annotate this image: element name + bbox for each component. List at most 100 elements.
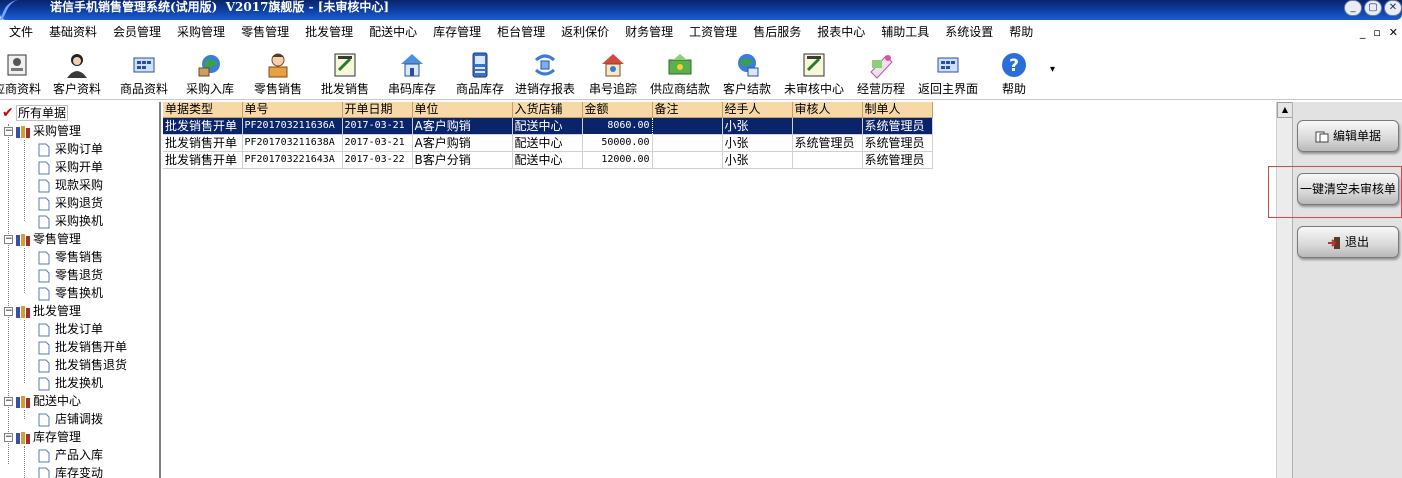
tree-root[interactable]: ✔ 所有单据 [2, 104, 69, 122]
menu-tools[interactable]: 辅助工具 [873, 21, 937, 43]
menu-rebate[interactable]: 返利保价 [553, 21, 617, 43]
minimize-button[interactable]: _ [1344, 0, 1362, 16]
help-icon: ? [1002, 53, 1026, 77]
table-row[interactable]: 批发销售开单 PF201703221643A 2017-03-22 B客户分销 … [163, 151, 933, 169]
retail-sale-icon [268, 53, 288, 78]
check-icon: ✔ [2, 105, 14, 121]
home-label: 返回主界面 [917, 82, 978, 96]
column-header-doc-type[interactable]: 单据类型 [163, 102, 243, 118]
mdi-restore-button[interactable]: ▫ [1373, 26, 1380, 39]
tree-line [24, 446, 25, 478]
books-icon [16, 395, 30, 408]
column-header-date[interactable]: 开单日期 [342, 102, 413, 118]
tree-group-inventory[interactable]: − 库存管理 [4, 428, 81, 446]
customer-payment-button[interactable]: 客户结款 [720, 46, 774, 98]
tree-item-label: 现款采购 [55, 178, 104, 192]
menu-member[interactable]: 会员管理 [105, 21, 169, 43]
imei-stock-button[interactable]: 串码库存 [384, 46, 440, 98]
mdi-minimize-button[interactable]: _ [1360, 26, 1366, 39]
tree-item-stock-change[interactable]: 库存变动 [38, 464, 103, 478]
tree-item-cash-purchase[interactable]: 现款采购 [38, 176, 103, 194]
tree-item-purchase-exchange[interactable]: 采购换机 [38, 212, 103, 230]
tree-item-product-in[interactable]: 产品入库 [38, 446, 103, 464]
column-header-auditor[interactable]: 审核人 [792, 102, 863, 118]
toolbar-more-icon[interactable]: ▾ [1050, 64, 1055, 75]
imei-track-button[interactable]: 串号追踪 [586, 46, 640, 98]
menu-inventory[interactable]: 库存管理 [425, 21, 489, 43]
menu-wholesale[interactable]: 批发管理 [297, 21, 361, 43]
wholesale-button[interactable]: 批发销售 [318, 46, 372, 98]
product-button[interactable]: 商品资料 [116, 46, 172, 98]
tree-item-purchase-bill[interactable]: 采购开单 [38, 158, 103, 176]
purchase-in-button[interactable]: 采购入库 [182, 46, 238, 98]
tree-item-wholesale-exchange[interactable]: 批发换机 [38, 374, 103, 392]
column-header-amount[interactable]: 金额 [582, 102, 653, 118]
history-button[interactable]: 经营历程 [854, 46, 908, 98]
document-table: 单据类型 单号 开单日期 单位 入货店铺 金额 备注 经手人 审核人 制单人 批… [163, 102, 933, 169]
table-row[interactable]: 批发销售开单 PF201703211638A 2017-03-21 A客户购销 … [163, 134, 933, 152]
menu-after-sales[interactable]: 售后服务 [745, 21, 809, 43]
vertical-scrollbar[interactable]: ▲ [1276, 102, 1293, 478]
document-icon [38, 143, 50, 156]
home-button[interactable]: 返回主界面 [916, 46, 980, 98]
column-header-store[interactable]: 入货店铺 [512, 102, 583, 118]
menu-reports[interactable]: 报表中心 [809, 21, 873, 43]
column-header-unit[interactable]: 单位 [412, 102, 513, 118]
tree-item-store-transfer[interactable]: 店铺调拨 [38, 410, 103, 428]
history-label: 经营历程 [856, 82, 905, 96]
menu-counter[interactable]: 柜台管理 [489, 21, 553, 43]
tree-line [8, 124, 9, 464]
retail-sale-button[interactable]: 零售销售 [250, 46, 306, 98]
menu-distribution[interactable]: 配送中心 [361, 21, 425, 43]
menu-basic-data[interactable]: 基础资料 [41, 21, 105, 43]
close-button[interactable]: ✕ [1384, 0, 1402, 16]
tree-line [24, 140, 25, 221]
stock-button[interactable]: 商品库存 [452, 46, 508, 98]
tree-group-distribution[interactable]: − 配送中心 [4, 392, 81, 410]
tree-item-purchase-order[interactable]: 采购订单 [38, 140, 103, 158]
maximize-button[interactable]: ▢ [1364, 0, 1382, 16]
cell-doc-no: PF201703221643A [242, 151, 343, 169]
collapse-icon[interactable]: − [4, 307, 13, 316]
customer-button[interactable]: 客户资料 [50, 46, 104, 98]
tree-group-retail[interactable]: − 零售管理 [4, 230, 81, 248]
menu-file[interactable]: 文件 [0, 21, 41, 43]
exit-button[interactable]: 退出 [1297, 226, 1399, 258]
menu-help[interactable]: 帮助 [1001, 21, 1041, 43]
column-header-creator[interactable]: 制单人 [862, 102, 933, 118]
supplier-button[interactable]: 应商资料 [0, 46, 42, 98]
scroll-up-icon[interactable]: ▲ [1277, 102, 1293, 118]
tree-group-wholesale[interactable]: − 批发管理 [4, 302, 81, 320]
collapse-icon[interactable]: − [4, 433, 13, 442]
menu-settings[interactable]: 系统设置 [937, 21, 1001, 43]
table-row[interactable]: 批发销售开单 PF201703211636A 2017-03-21 A客户购销 … [163, 116, 933, 135]
collapse-icon[interactable]: − [4, 397, 13, 406]
edit-document-button[interactable]: 编辑单据 [1297, 120, 1399, 152]
column-header-remark[interactable]: 备注 [652, 102, 723, 118]
supplier-payment-button[interactable]: 供应商结款 [648, 46, 712, 98]
document-icon [38, 197, 50, 210]
menu-finance[interactable]: 财务管理 [617, 21, 681, 43]
books-icon [16, 125, 30, 138]
collapse-icon[interactable]: − [4, 127, 13, 136]
collapse-icon[interactable]: − [4, 235, 13, 244]
tree-item-wholesale-bill[interactable]: 批发销售开单 [38, 338, 127, 356]
report-button[interactable]: 进销存报表 [514, 46, 576, 98]
tree-item-wholesale-return[interactable]: 批发销售退货 [38, 356, 127, 374]
tree-item-retail-exchange[interactable]: 零售换机 [38, 284, 103, 302]
column-header-doc-no[interactable]: 单号 [242, 102, 343, 118]
mdi-close-button[interactable]: ✕ [1389, 26, 1398, 39]
tree-item-wholesale-order[interactable]: 批发订单 [38, 320, 103, 338]
unaudited-button[interactable]: 未审核中心 [782, 46, 846, 98]
tree-item-retail-return[interactable]: 零售退货 [38, 266, 103, 284]
tree-item-label: 批发换机 [55, 376, 104, 390]
menu-retail[interactable]: 零售管理 [233, 21, 297, 43]
tree-group-purchase[interactable]: − 采购管理 [4, 122, 81, 140]
menu-purchase[interactable]: 采购管理 [169, 21, 233, 43]
menu-salary[interactable]: 工资管理 [681, 21, 745, 43]
tree-item-retail-sale[interactable]: 零售销售 [38, 248, 103, 266]
cell-store: 配送中心 [512, 151, 583, 169]
help-button[interactable]: ? 帮助 [992, 46, 1036, 98]
column-header-handler[interactable]: 经手人 [722, 102, 793, 118]
tree-item-purchase-return[interactable]: 采购退货 [38, 194, 103, 212]
